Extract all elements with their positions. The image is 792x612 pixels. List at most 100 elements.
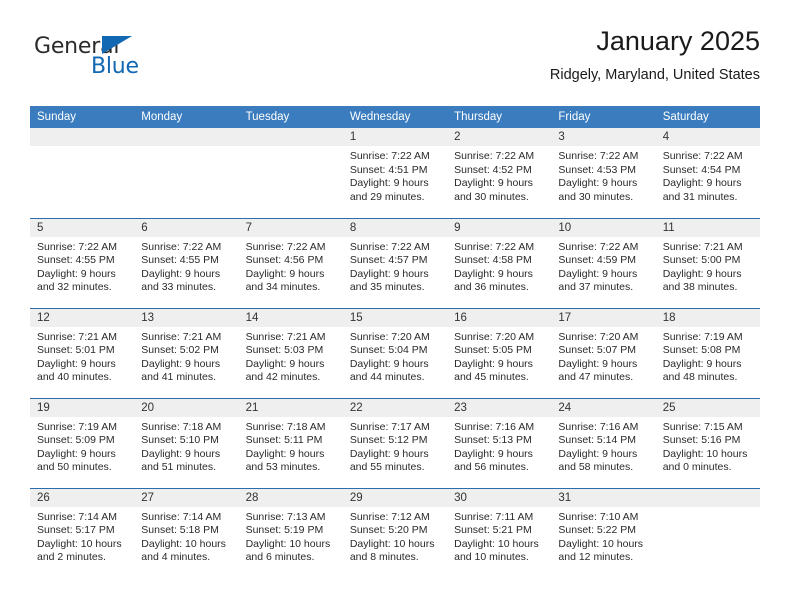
sunset-text: Sunset: 5:09 PM	[37, 434, 115, 447]
day-number: 27	[134, 488, 239, 507]
day-number: 6	[134, 218, 239, 237]
day-number: 16	[447, 308, 552, 327]
day-number: 5	[30, 218, 135, 237]
day-details: Sunrise: 7:16 AM Sunset: 5:14 PM Dayligh…	[551, 417, 655, 475]
day-cell[interactable]: 15 Sunrise: 7:20 AM Sunset: 5:04 PM Dayl…	[342, 307, 448, 398]
day-number: 13	[134, 308, 239, 327]
daylight-text-line1: Daylight: 9 hours	[245, 357, 325, 370]
daylight-text-line2: and 38 minutes.	[662, 281, 738, 294]
day-number: 3	[551, 128, 656, 146]
day-cell[interactable]	[655, 487, 760, 578]
day-cell[interactable]: 16 Sunrise: 7:20 AM Sunset: 5:05 PM Dayl…	[447, 307, 552, 398]
day-cell[interactable]: 19 Sunrise: 7:19 AM Sunset: 5:09 PM Dayl…	[30, 397, 135, 488]
day-cell[interactable]	[134, 128, 239, 218]
daylight-text-line2: and 45 minutes.	[454, 371, 529, 384]
day-number: 15	[342, 308, 448, 327]
day-details: Sunrise: 7:22 AM Sunset: 4:57 PM Dayligh…	[343, 237, 447, 295]
sunrise-text: Sunrise: 7:22 AM	[454, 240, 535, 253]
day-details: Sunrise: 7:16 AM Sunset: 5:13 PM Dayligh…	[447, 417, 551, 475]
day-details: Sunrise: 7:22 AM Sunset: 4:51 PM Dayligh…	[343, 146, 447, 204]
day-cell[interactable]: 17 Sunrise: 7:20 AM Sunset: 5:07 PM Dayl…	[551, 307, 656, 398]
sunset-text: Sunset: 5:08 PM	[662, 344, 741, 357]
day-cell[interactable]: 31 Sunrise: 7:10 AM Sunset: 5:22 PM Dayl…	[551, 487, 656, 578]
logo-text-blue: Blue	[91, 54, 139, 79]
daylight-text-line2: and 30 minutes.	[454, 190, 529, 203]
day-number: 22	[342, 398, 448, 417]
weekday-header-thursday: Thursday	[447, 106, 552, 128]
triangle-icon	[102, 36, 132, 54]
day-cell[interactable]: 4 Sunrise: 7:22 AM Sunset: 4:54 PM Dayli…	[655, 128, 760, 218]
daylight-text-line1: Daylight: 9 hours	[37, 447, 116, 460]
day-cell[interactable]: 8 Sunrise: 7:22 AM Sunset: 4:57 PM Dayli…	[342, 217, 448, 308]
day-cell[interactable]: 5 Sunrise: 7:22 AM Sunset: 4:55 PM Dayli…	[30, 217, 135, 308]
day-details: Sunrise: 7:21 AM Sunset: 5:02 PM Dayligh…	[134, 327, 238, 385]
daylight-text-line1: Daylight: 9 hours	[245, 267, 325, 280]
day-cell[interactable]: 26 Sunrise: 7:14 AM Sunset: 5:17 PM Dayl…	[30, 487, 135, 578]
day-cell[interactable]: 10 Sunrise: 7:22 AM Sunset: 4:59 PM Dayl…	[551, 217, 656, 308]
daylight-text-line2: and 34 minutes.	[245, 281, 321, 294]
day-cell[interactable]: 24 Sunrise: 7:16 AM Sunset: 5:14 PM Dayl…	[551, 397, 656, 488]
day-cell[interactable]: 9 Sunrise: 7:22 AM Sunset: 4:58 PM Dayli…	[447, 217, 552, 308]
day-cell[interactable]: 1 Sunrise: 7:22 AM Sunset: 4:51 PM Dayli…	[342, 128, 448, 218]
day-number: 8	[342, 218, 448, 237]
page-header: General Blue January 2025 Ridgely, Maryl…	[30, 24, 760, 96]
calendar-week-row: 19 Sunrise: 7:19 AM Sunset: 5:09 PM Dayl…	[30, 397, 760, 488]
day-number: 11	[655, 218, 760, 237]
day-number: 7	[238, 218, 343, 237]
sunrise-text: Sunrise: 7:13 AM	[245, 510, 326, 523]
day-cell[interactable]: 30 Sunrise: 7:11 AM Sunset: 5:21 PM Dayl…	[447, 487, 552, 578]
sunset-text: Sunset: 4:56 PM	[245, 254, 324, 267]
day-details: Sunrise: 7:14 AM Sunset: 5:17 PM Dayligh…	[30, 507, 134, 565]
day-cell[interactable]: 29 Sunrise: 7:12 AM Sunset: 5:20 PM Dayl…	[342, 487, 448, 578]
day-number: 26	[30, 488, 135, 507]
day-number: 17	[551, 308, 656, 327]
day-cell[interactable]: 22 Sunrise: 7:17 AM Sunset: 5:12 PM Dayl…	[342, 397, 448, 488]
daylight-text-line2: and 32 minutes.	[37, 281, 112, 294]
day-cell[interactable]: 11 Sunrise: 7:21 AM Sunset: 5:00 PM Dayl…	[655, 217, 760, 308]
day-cell[interactable]	[30, 128, 135, 218]
day-cell[interactable]: 14 Sunrise: 7:21 AM Sunset: 5:03 PM Dayl…	[238, 307, 343, 398]
daylight-text-line1: Daylight: 9 hours	[558, 267, 638, 280]
day-details	[30, 146, 134, 150]
day-cell[interactable]: 3 Sunrise: 7:22 AM Sunset: 4:53 PM Dayli…	[551, 128, 656, 218]
day-details: Sunrise: 7:21 AM Sunset: 5:03 PM Dayligh…	[239, 327, 343, 385]
day-cell[interactable]: 13 Sunrise: 7:21 AM Sunset: 5:02 PM Dayl…	[134, 307, 239, 398]
general-blue-logo[interactable]: General Blue	[34, 34, 204, 90]
day-cell[interactable]: 27 Sunrise: 7:14 AM Sunset: 5:18 PM Dayl…	[134, 487, 239, 578]
day-cell[interactable]: 6 Sunrise: 7:22 AM Sunset: 4:55 PM Dayli…	[134, 217, 239, 308]
daylight-text-line1: Daylight: 9 hours	[558, 357, 638, 370]
daylight-text-line1: Daylight: 9 hours	[662, 267, 742, 280]
daylight-text-line1: Daylight: 9 hours	[454, 267, 533, 280]
daylight-text-line1: Daylight: 9 hours	[454, 447, 533, 460]
sunrise-text: Sunrise: 7:22 AM	[37, 240, 117, 253]
day-cell[interactable]: 21 Sunrise: 7:18 AM Sunset: 5:11 PM Dayl…	[238, 397, 343, 488]
day-cell[interactable]: 23 Sunrise: 7:16 AM Sunset: 5:13 PM Dayl…	[447, 397, 552, 488]
sunset-text: Sunset: 5:11 PM	[245, 434, 323, 447]
day-details: Sunrise: 7:18 AM Sunset: 5:10 PM Dayligh…	[134, 417, 238, 475]
day-cell[interactable]	[238, 128, 343, 218]
day-cell[interactable]: 18 Sunrise: 7:19 AM Sunset: 5:08 PM Dayl…	[655, 307, 760, 398]
daylight-text-line1: Daylight: 10 hours	[662, 447, 748, 460]
day-cell[interactable]: 7 Sunrise: 7:22 AM Sunset: 4:56 PM Dayli…	[238, 217, 343, 308]
sunset-text: Sunset: 5:18 PM	[141, 524, 219, 537]
daylight-text-line2: and 30 minutes.	[558, 190, 634, 203]
sunset-text: Sunset: 5:20 PM	[349, 524, 428, 537]
day-number: 23	[447, 398, 552, 417]
day-cell[interactable]: 28 Sunrise: 7:13 AM Sunset: 5:19 PM Dayl…	[238, 487, 343, 578]
daylight-text-line1: Daylight: 9 hours	[558, 177, 638, 190]
day-details: Sunrise: 7:15 AM Sunset: 5:16 PM Dayligh…	[656, 417, 760, 475]
day-cell[interactable]: 20 Sunrise: 7:18 AM Sunset: 5:10 PM Dayl…	[134, 397, 239, 488]
day-details: Sunrise: 7:19 AM Sunset: 5:09 PM Dayligh…	[30, 417, 134, 475]
sunset-text: Sunset: 5:22 PM	[558, 524, 637, 537]
day-details: Sunrise: 7:22 AM Sunset: 4:58 PM Dayligh…	[447, 237, 551, 295]
sunset-text: Sunset: 5:17 PM	[37, 524, 115, 537]
sunset-text: Sunset: 5:10 PM	[141, 434, 219, 447]
day-number: 10	[551, 218, 656, 237]
day-cell[interactable]: 25 Sunrise: 7:15 AM Sunset: 5:16 PM Dayl…	[655, 397, 760, 488]
daylight-text-line1: Daylight: 9 hours	[454, 177, 533, 190]
day-number: 21	[238, 398, 343, 417]
daylight-text-line2: and 4 minutes.	[141, 551, 211, 564]
day-cell[interactable]: 12 Sunrise: 7:21 AM Sunset: 5:01 PM Dayl…	[30, 307, 135, 398]
sunrise-text: Sunrise: 7:22 AM	[141, 240, 222, 253]
day-cell[interactable]: 2 Sunrise: 7:22 AM Sunset: 4:52 PM Dayli…	[447, 128, 552, 218]
